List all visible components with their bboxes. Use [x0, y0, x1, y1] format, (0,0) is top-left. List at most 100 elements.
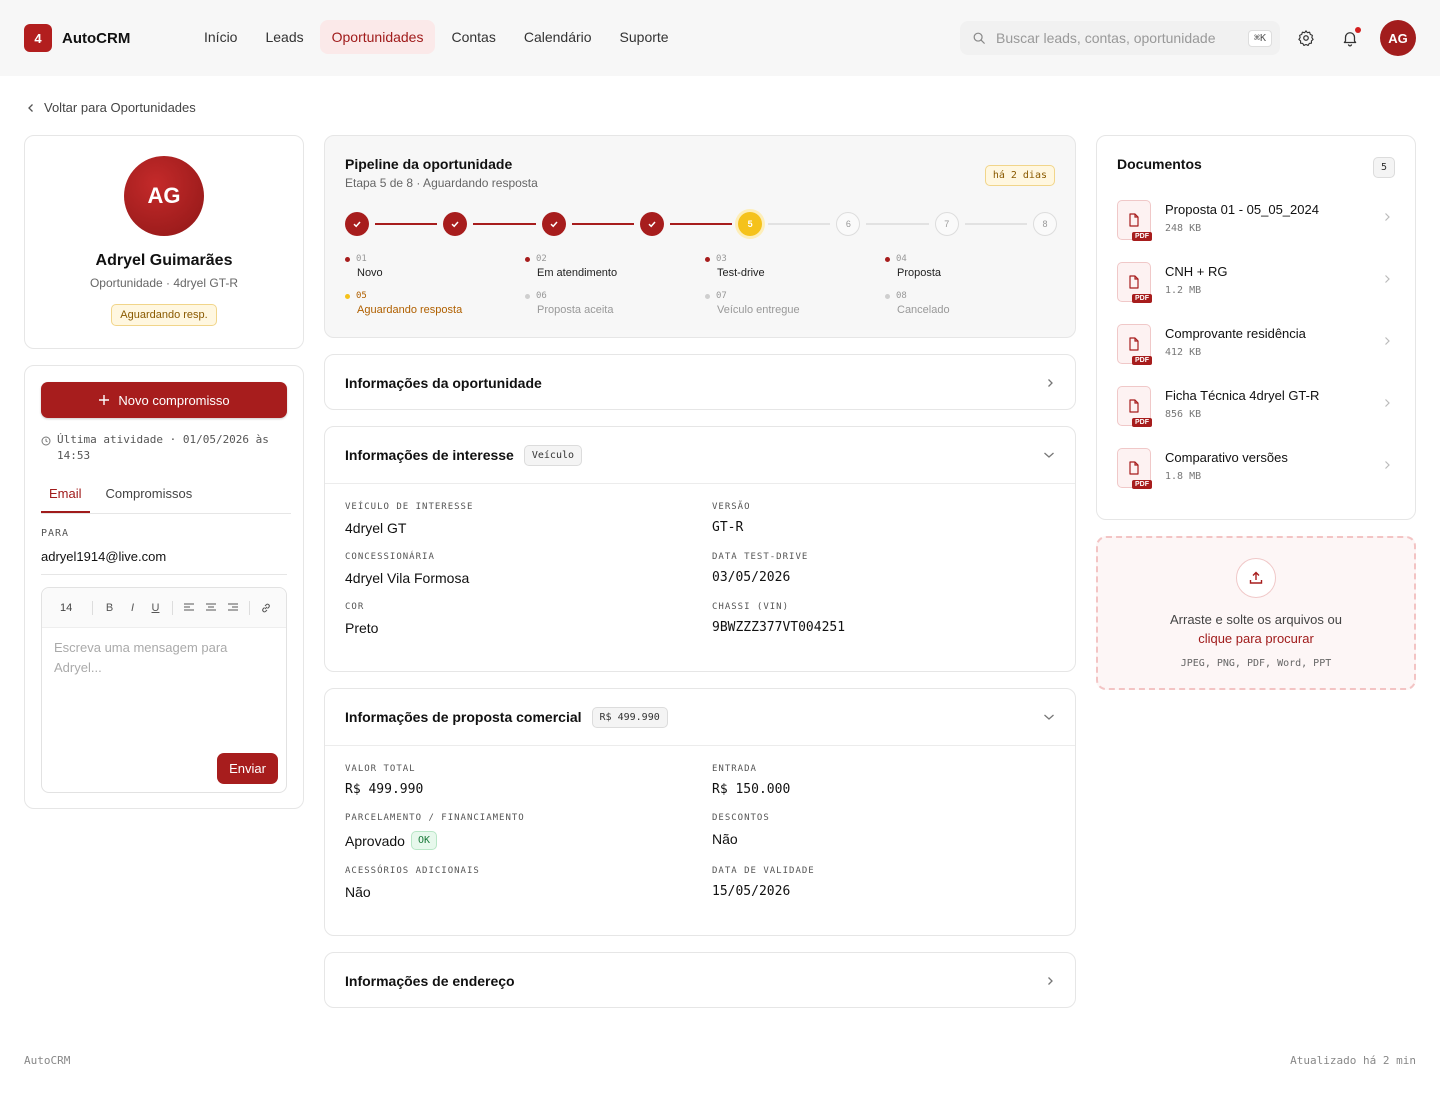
field-label: DATA DE VALIDADE	[712, 866, 815, 876]
file-type-tag: PDF	[1132, 480, 1152, 489]
bold-button[interactable]: B	[103, 602, 116, 614]
align-right-icon[interactable]	[227, 603, 239, 613]
search-input[interactable]	[996, 30, 1248, 46]
pdf-file-icon: PDF	[1117, 262, 1152, 303]
section-oportunidade[interactable]: Informações da oportunidade	[324, 354, 1076, 410]
field-label: PARCELAMENTO / FINANCIAMENTO	[345, 813, 525, 823]
chevron-right-icon	[1048, 379, 1053, 387]
tab-compromissos[interactable]: Compromissos	[98, 482, 201, 513]
underline-button[interactable]: U	[149, 602, 162, 614]
field: COR Preto	[345, 602, 712, 636]
field: DATA DE VALIDADE 15/05/2026	[712, 866, 1055, 900]
section-header[interactable]: Informações de interesse Veículo	[325, 427, 1075, 483]
user-avatar[interactable]: AG	[1380, 20, 1416, 56]
new-appointment-label: Novo compromisso	[118, 392, 230, 408]
section-endereco[interactable]: Informações de endereço	[324, 952, 1076, 1008]
pipeline-stage: 01 Novo	[345, 254, 525, 279]
pipeline-step-2[interactable]	[443, 212, 468, 236]
upload-browse-link[interactable]: clique para procurar	[1098, 631, 1414, 646]
document-item[interactable]: PDF Proposta 01 - 05_05_2024 248 KB	[1117, 200, 1397, 244]
nav-item-contas[interactable]: Contas	[439, 20, 507, 54]
toolbar-divider	[249, 600, 250, 615]
documents-count: 5	[1372, 157, 1395, 178]
nav-item-inicio[interactable]: Início	[192, 20, 249, 54]
pipeline-step-5[interactable]: 5	[738, 212, 763, 236]
chevron-left-icon	[28, 103, 33, 112]
align-left-icon[interactable]	[183, 603, 195, 613]
pipeline-connector	[768, 223, 831, 225]
settings-button[interactable]	[1294, 26, 1318, 50]
pipeline-connector	[964, 223, 1027, 225]
stage-name: Test-drive	[717, 267, 765, 279]
document-item[interactable]: PDF Ficha Técnica 4dryel GT-R 856 KB	[1117, 386, 1397, 430]
to-label: PARA	[41, 528, 70, 539]
stage-name: Veículo entregue	[717, 304, 800, 316]
section-interesse: Informações de interesse Veículo VEÍCULO…	[324, 426, 1076, 672]
section-proposta: Informações de proposta comercial R$ 499…	[324, 688, 1076, 936]
send-button[interactable]: Enviar	[217, 753, 278, 784]
stage-number: 07	[705, 291, 885, 301]
chevron-down-icon	[1044, 452, 1054, 458]
document-name: Proposta 01 - 05_05_2024	[1165, 202, 1319, 217]
brand-logo: 4	[24, 24, 52, 52]
pipeline-stage: 05 Aguardando resposta	[345, 291, 525, 316]
document-size: 248 KB	[1165, 223, 1202, 234]
message-input[interactable]: Escreva uma mensagem para Adryel...	[42, 628, 242, 688]
stage-name: Cancelado	[897, 304, 950, 316]
nav-item-leads[interactable]: Leads	[253, 20, 315, 54]
field-value: 4dryel Vila Formosa	[345, 570, 470, 586]
new-appointment-button[interactable]: Novo compromisso	[41, 382, 287, 418]
stage-number: 01	[345, 254, 525, 264]
search-box[interactable]: ⌘K	[960, 21, 1280, 55]
field: CONCESSIONÁRIA 4dryel Vila Formosa	[345, 552, 712, 586]
section-header[interactable]: Informações de proposta comercial R$ 499…	[325, 689, 1075, 745]
upload-dropzone[interactable]: Arraste e solte os arquivos ou clique pa…	[1096, 536, 1416, 690]
document-name: Comprovante residência	[1165, 326, 1306, 341]
field-value: 15/05/2026	[712, 884, 791, 899]
stage-dot	[345, 256, 350, 262]
status-badge: Aguardando resp.	[111, 304, 217, 326]
pipeline-step-3[interactable]	[541, 212, 566, 236]
stage-number: 06	[525, 291, 705, 301]
stage-dot	[345, 293, 350, 299]
align-center-icon[interactable]	[205, 603, 217, 613]
field-label: CHASSI (VIN)	[712, 602, 790, 612]
pipeline-step-6[interactable]: 6	[836, 212, 861, 236]
stage-number: 02	[525, 254, 705, 264]
italic-button[interactable]: I	[126, 602, 139, 614]
section-body: VALOR TOTAL R$ 499.990 ENTRADA R$ 150.000 PA…	[325, 745, 1075, 918]
field-value: GT-R	[712, 520, 744, 535]
compose-tabs: Email Compromissos	[41, 482, 291, 514]
pipeline-step-4[interactable]	[639, 212, 664, 236]
font-size-select[interactable]: 14	[52, 602, 82, 614]
pipeline-step-1[interactable]	[345, 212, 369, 236]
pipeline-stage: 06 Proposta aceita	[525, 291, 705, 316]
to-field[interactable]: adryel1914@live.com	[41, 549, 287, 575]
field-value: 9BWZZZ377VT004251	[712, 620, 846, 635]
field-label: DATA TEST-DRIVE	[712, 552, 809, 562]
section-tag: R$ 499.990	[591, 706, 668, 728]
footer-updated: Atualizado há 2 min	[1290, 1054, 1416, 1067]
stage-dot	[885, 256, 890, 262]
pipeline-step-8[interactable]: 8	[1033, 212, 1057, 236]
stage-dot	[705, 256, 710, 262]
document-item[interactable]: PDF CNH + RG 1.2 MB	[1117, 262, 1397, 306]
file-type-tag: PDF	[1132, 418, 1152, 427]
toolbar-divider	[172, 600, 173, 615]
document-item[interactable]: PDF Comprovante residência 412 KB	[1117, 324, 1397, 368]
nav-item-oportunidades[interactable]: Oportunidades	[319, 20, 436, 54]
editor-toolbar: 14 B I U	[42, 588, 286, 628]
pipeline-step-7[interactable]: 7	[934, 212, 959, 236]
notifications-button[interactable]	[1338, 26, 1362, 50]
pdf-file-icon: PDF	[1117, 448, 1152, 489]
nav-item-calendario[interactable]: Calendário	[512, 20, 604, 54]
nav-item-suporte[interactable]: Suporte	[608, 20, 681, 54]
stage-name: Proposta aceita	[537, 304, 614, 316]
message-editor: 14 B I U Escreva uma mensagem para Adrye…	[41, 587, 287, 793]
link-icon[interactable]	[260, 602, 272, 614]
brand[interactable]: 4 AutoCRM	[24, 24, 130, 52]
document-item[interactable]: PDF Comparativo versões 1.8 MB	[1117, 448, 1397, 492]
back-link[interactable]: Voltar para Oportunidades	[26, 100, 196, 115]
tab-email[interactable]: Email	[41, 482, 90, 513]
last-activity-text: Última atividade · 01/05/2026 às 14:53	[57, 433, 269, 462]
